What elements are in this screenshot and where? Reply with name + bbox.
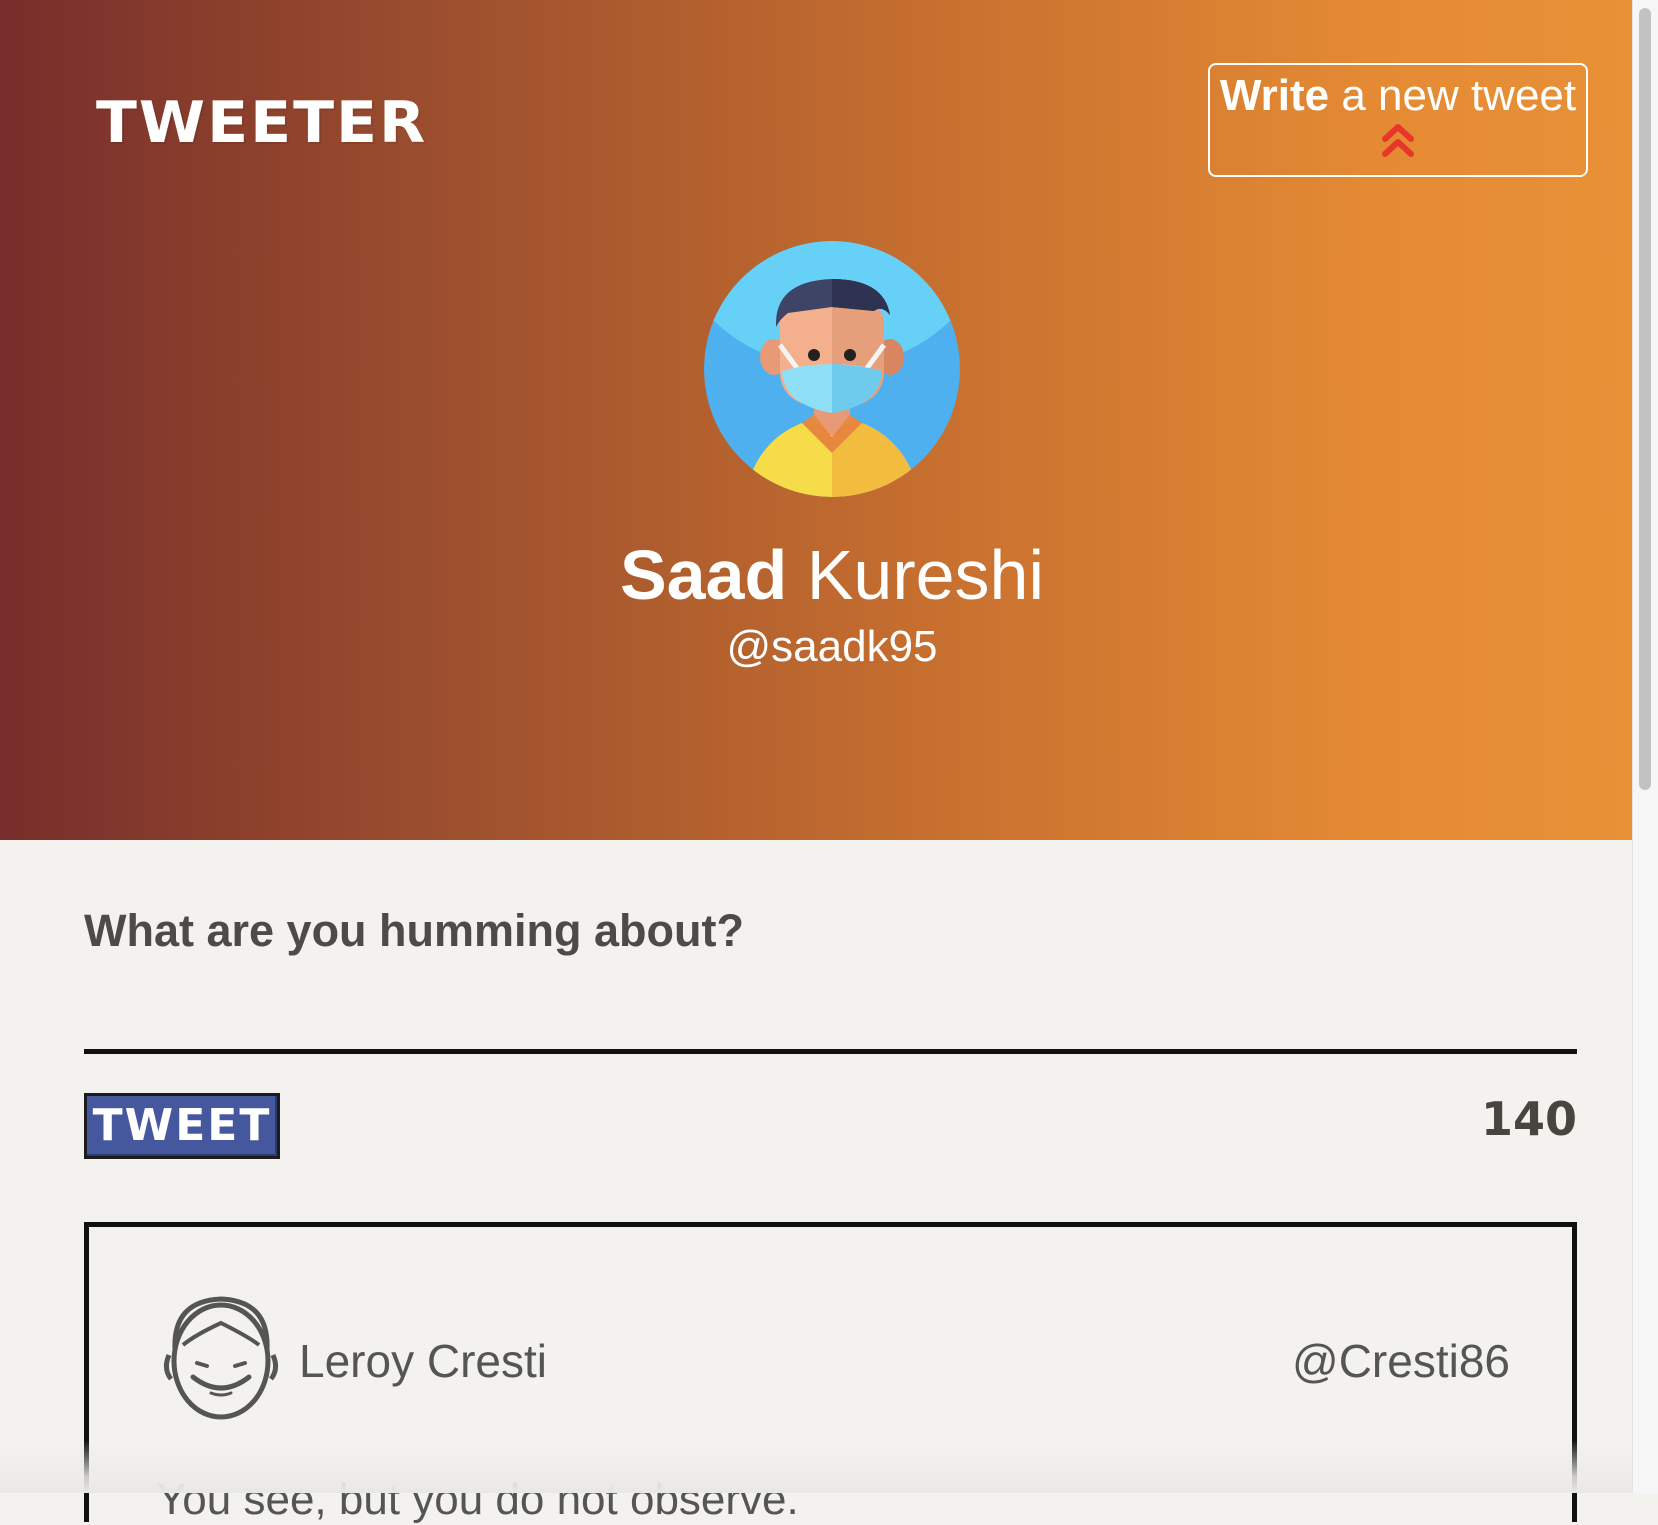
composer-prompt: What are you humming about? xyxy=(84,905,744,956)
tweet-author-handle: @Cresti86 xyxy=(1292,1335,1510,1387)
profile-avatar xyxy=(704,241,960,497)
tweet-author-name: Leroy Cresti xyxy=(299,1335,547,1387)
tweet-submit-button[interactable]: TWEET xyxy=(84,1093,280,1159)
profile-first-name: Saad xyxy=(619,536,788,614)
profile-handle: @saadk95 xyxy=(726,622,938,671)
profile-header: TWEETER Write a new tweet Saad Kureshi @… xyxy=(0,0,1632,840)
profile-name: Saad Kureshi xyxy=(0,540,1658,610)
compose-label-rest: a new tweet xyxy=(1329,71,1577,120)
tweet-text-input[interactable] xyxy=(84,980,1577,1054)
compose-label-strong: Write xyxy=(1219,71,1330,120)
profile-last-name: Kureshi xyxy=(787,536,1045,614)
write-new-tweet-button[interactable]: Write a new tweet xyxy=(1208,63,1588,177)
brand-logo[interactable]: TWEETER xyxy=(96,90,427,157)
character-counter: 140 xyxy=(1480,1092,1577,1146)
tweet-card: Leroy Cresti @Cresti86 You see, but you … xyxy=(84,1222,1577,1524)
tweet-text: You see, but you do not observe. xyxy=(157,1475,799,1524)
double-chevron-up-icon xyxy=(1381,121,1415,164)
tweet-author-avatar-icon xyxy=(161,1293,281,1423)
scrollbar-thumb[interactable] xyxy=(1639,8,1651,790)
